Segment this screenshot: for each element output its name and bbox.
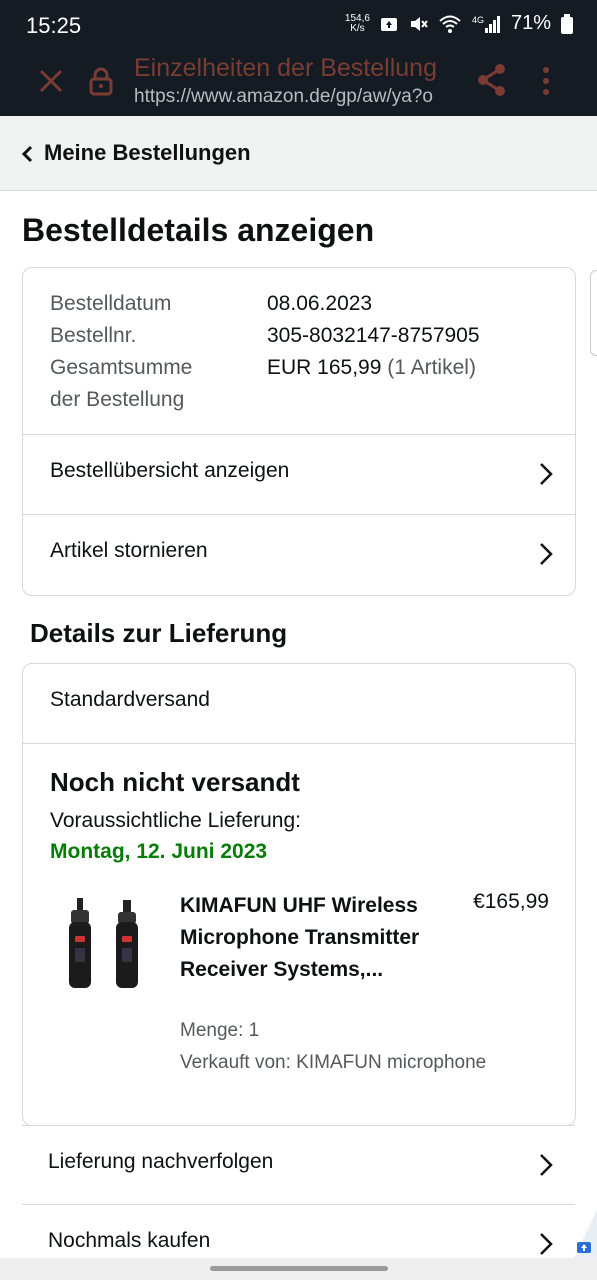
product-image[interactable]	[63, 898, 147, 990]
order-total-label-line2: der Bestellung	[50, 388, 185, 411]
order-number-label: Bestellnr.	[50, 324, 137, 347]
signal-icon: 4G	[472, 15, 501, 33]
cancel-items-label: Artikel stornieren	[50, 539, 208, 562]
chevron-right-icon	[540, 1233, 553, 1255]
expected-delivery-label: Voraussichtliche Lieferung:	[50, 809, 301, 832]
page-title: Bestelldetails anzeigen	[22, 212, 375, 248]
order-summary-card: Bestelldatum 08.06.2023 Bestellnr. 305-8…	[22, 267, 576, 596]
status-icons: 154,6 K/s 4G 71%	[345, 12, 573, 35]
track-delivery-label: Lieferung nachverfolgen	[48, 1150, 274, 1173]
buy-again-label: Nochmals kaufen	[48, 1229, 211, 1252]
home-indicator[interactable]	[210, 1266, 388, 1271]
browser-toolbar: Einzelheiten der Bestellung https://www.…	[0, 50, 597, 116]
battery-icon	[561, 13, 573, 34]
product-quantity: Menge: 1	[180, 1020, 260, 1041]
order-total-label-line1: Gesamtsumme	[50, 356, 193, 379]
lock-icon[interactable]	[88, 66, 114, 96]
cancel-items-link[interactable]: Artikel stornieren	[23, 515, 575, 593]
back-label: Meine Bestellungen	[44, 140, 251, 165]
track-delivery-link[interactable]: Lieferung nachverfolgen	[22, 1125, 575, 1204]
order-total: EUR 165,99 (1 Artikel)	[267, 356, 476, 380]
mute-icon	[410, 16, 428, 31]
product-seller: Verkauft von: KIMAFUN microphone	[180, 1052, 487, 1073]
order-date-label: Bestelldatum	[50, 292, 172, 315]
expected-delivery-date: Montag, 12. Juni 2023	[50, 840, 268, 863]
chevron-right-icon	[540, 1154, 553, 1176]
shipment-status: Noch nicht versandt	[50, 767, 300, 797]
order-number-value: 305-8032147-8757905	[267, 324, 480, 347]
chevron-left-icon	[21, 145, 33, 163]
gesture-bar	[0, 1258, 597, 1280]
order-item-count: (1 Artikel)	[387, 356, 476, 379]
browser-url[interactable]: https://www.amazon.de/gp/aw/ya?o	[134, 86, 454, 108]
view-order-summary-link[interactable]: Bestellübersicht anzeigen	[23, 435, 575, 513]
share-icon[interactable]	[476, 63, 508, 97]
chevron-right-icon	[540, 543, 553, 565]
chevron-right-icon	[540, 463, 553, 485]
shipping-type: Standardversand	[50, 688, 210, 711]
order-date-value: 08.06.2023	[267, 292, 373, 315]
upload-icon	[380, 17, 397, 31]
wifi-icon	[439, 15, 461, 33]
more-options-icon[interactable]	[538, 66, 554, 96]
divider	[23, 743, 575, 744]
product-price: €165,99	[473, 890, 549, 913]
close-icon[interactable]	[36, 66, 66, 96]
product-name-link[interactable]: KIMAFUN UHF Wireless Microphone Transmit…	[180, 890, 430, 986]
battery-percent: 71%	[510, 12, 551, 34]
order-total-value: EUR 165,99	[267, 356, 382, 379]
delivery-heading: Details zur Lieferung	[30, 618, 288, 648]
scrollbar[interactable]	[590, 270, 597, 356]
browser-page-title[interactable]: Einzelheiten der Bestellung	[134, 54, 454, 83]
back-to-orders[interactable]: Meine Bestellungen	[0, 116, 597, 191]
net-speed: 154,6 K/s	[344, 12, 370, 34]
status-bar: 15:25 154,6 K/s 4G 71%	[0, 0, 597, 50]
delivery-card: Standardversand Noch nicht versandt Vora…	[22, 663, 576, 1126]
view-order-summary-label: Bestellübersicht anzeigen	[50, 459, 290, 482]
floating-action-icon[interactable]	[573, 1210, 597, 1260]
status-time: 15:25	[26, 13, 82, 38]
